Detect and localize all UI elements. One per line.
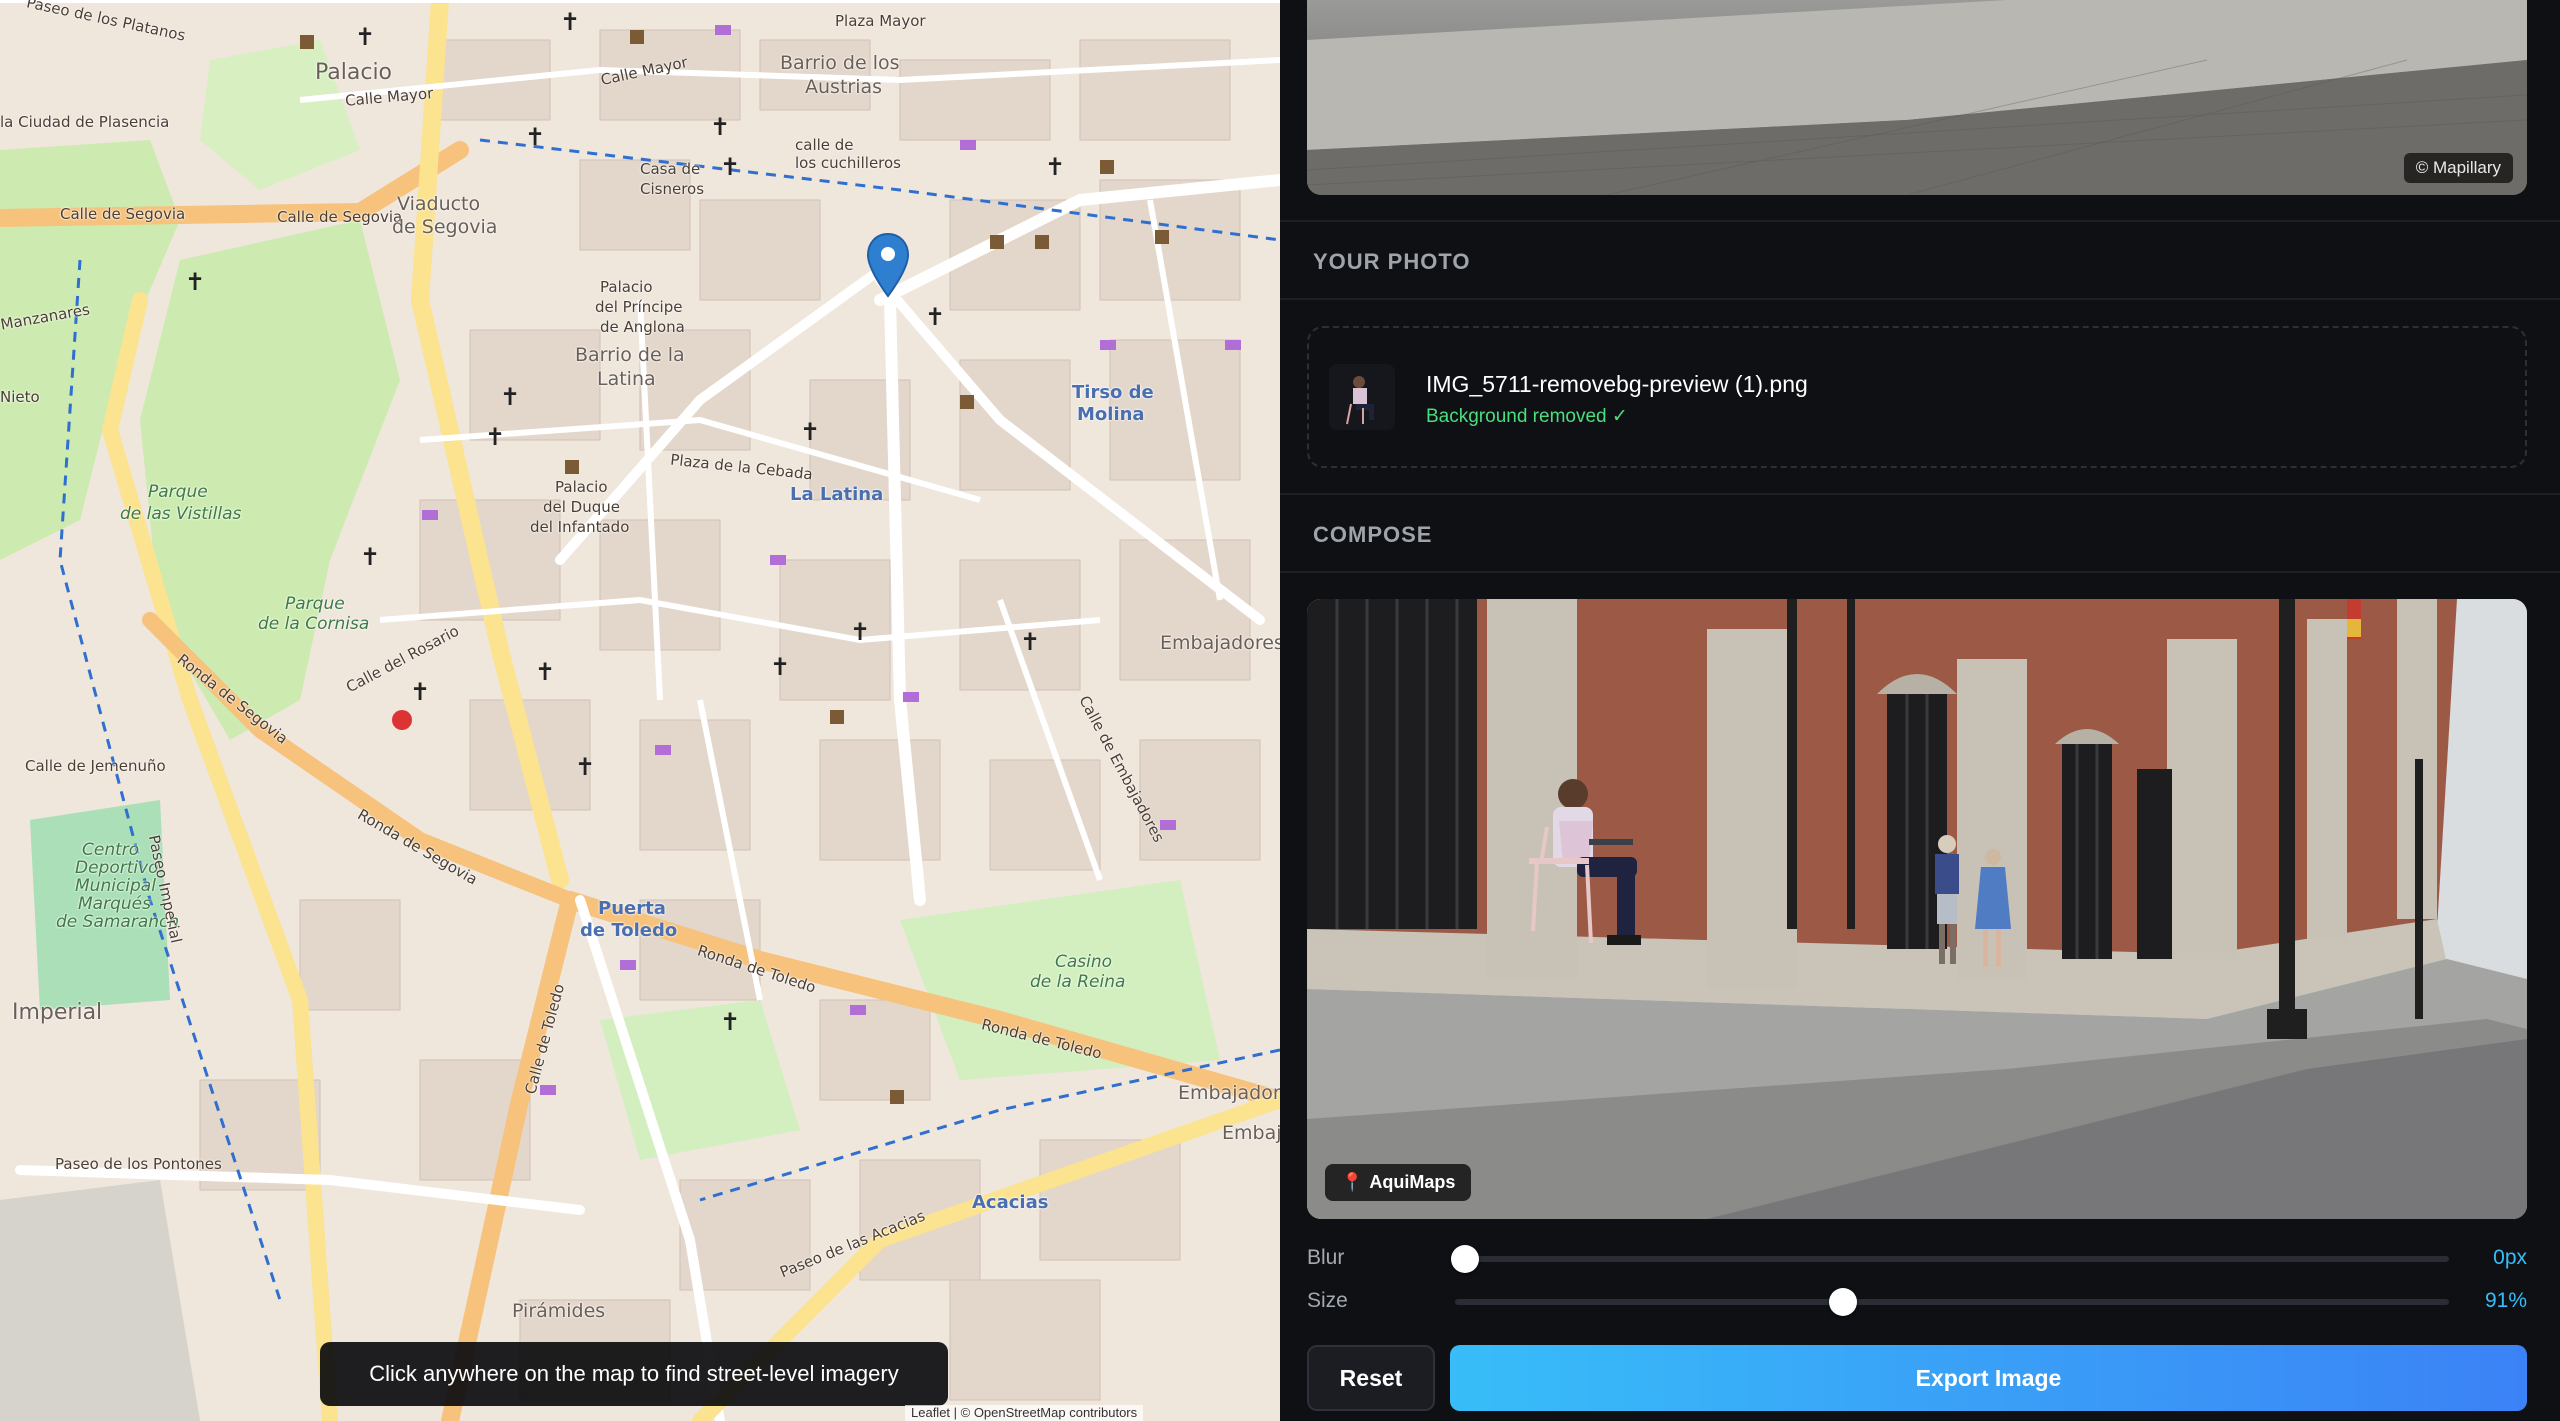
svg-text:✝: ✝ xyxy=(560,8,580,36)
map-view[interactable]: ✝ ✝ ✝ ✝ ✝ ✝ ✝ ✝ ✝ ✝ ✝ ✝ ✝ ✝ ✝ ✝ ✝ ✝ ✝ Paseo de los P… xyxy=(0,0,1280,1421)
size-value: 91% xyxy=(2484,1289,2527,1312)
street-preview: © Mapillary xyxy=(1307,0,2527,195)
size-label: Size xyxy=(1307,1289,1348,1312)
photo-filename: IMG_5711-removebg-preview (1).png xyxy=(1426,371,1808,397)
map-hint-toast: Click anywhere on the map to find street… xyxy=(320,1342,948,1406)
blur-label: Blur xyxy=(1307,1246,1345,1269)
svg-text:✝: ✝ xyxy=(535,658,555,686)
svg-text:✝: ✝ xyxy=(720,153,740,181)
street-preview-image xyxy=(1307,0,2527,195)
svg-text:✝: ✝ xyxy=(485,423,505,451)
svg-text:✝: ✝ xyxy=(800,418,820,446)
photo-thumbnail xyxy=(1329,364,1395,430)
divider xyxy=(1280,220,2560,222)
svg-text:✝: ✝ xyxy=(770,653,790,681)
svg-text:✝: ✝ xyxy=(1045,153,1065,181)
app-root: ✝ ✝ ✝ ✝ ✝ ✝ ✝ ✝ ✝ ✝ ✝ ✝ ✝ ✝ ✝ ✝ ✝ ✝ ✝ Paseo de los P… xyxy=(0,0,2560,1421)
compose-canvas[interactable]: 📍 AquiMaps xyxy=(1307,599,2527,1219)
size-slider-thumb[interactable] xyxy=(1828,1288,1857,1316)
export-image-button[interactable]: Export Image xyxy=(1450,1345,2527,1411)
svg-text:✝: ✝ xyxy=(525,123,545,151)
pin-icon: 📍 xyxy=(1341,1172,1364,1192)
size-slider[interactable] xyxy=(1455,1288,2449,1316)
svg-text:✝: ✝ xyxy=(1020,628,1040,656)
svg-text:✝: ✝ xyxy=(185,268,205,296)
svg-text:✝: ✝ xyxy=(710,113,730,141)
blur-slider-row: Blur 0px xyxy=(1307,1244,2527,1274)
reset-button[interactable]: Reset xyxy=(1307,1345,1435,1411)
aquimaps-badge: 📍 AquiMaps xyxy=(1325,1164,1472,1201)
svg-text:✝: ✝ xyxy=(355,23,375,51)
badge-label: AquiMaps xyxy=(1369,1172,1456,1192)
svg-text:✝: ✝ xyxy=(500,383,520,411)
preview-credit[interactable]: © Mapillary xyxy=(2403,153,2513,183)
sports-center xyxy=(30,800,170,1010)
map-basemap[interactable]: ✝ ✝ ✝ ✝ ✝ ✝ ✝ ✝ ✝ ✝ ✝ ✝ ✝ ✝ ✝ ✝ ✝ ✝ ✝ xyxy=(0,0,1280,1421)
svg-text:✝: ✝ xyxy=(360,543,380,571)
divider xyxy=(1280,493,2560,495)
blur-slider-thumb[interactable] xyxy=(1451,1245,1479,1273)
your-photo-heading: YOUR PHOTO xyxy=(1313,249,1471,274)
photo-status: Background removed ✓ xyxy=(1426,406,1628,427)
location-pin-icon[interactable] xyxy=(866,232,910,298)
compose-heading: COMPOSE xyxy=(1313,522,1433,547)
blur-slider[interactable] xyxy=(1451,1245,2449,1273)
photo-upload-card[interactable]: IMG_5711-removebg-preview (1).png Backgr… xyxy=(1307,326,2527,468)
svg-text:✝: ✝ xyxy=(575,753,595,781)
blur-value: 0px xyxy=(2493,1246,2527,1269)
divider xyxy=(1280,298,2560,300)
svg-text:✝: ✝ xyxy=(850,618,870,646)
map-attribution[interactable]: Leaflet | © OpenStreetMap contributors xyxy=(905,1405,1144,1421)
svg-text:✝: ✝ xyxy=(925,303,945,331)
side-panel: © Mapillary YOUR PHOTO IMG_5711-removebg… xyxy=(1280,0,2560,1421)
composite-image[interactable] xyxy=(1307,599,2527,1219)
divider xyxy=(1280,571,2560,573)
svg-text:✝: ✝ xyxy=(410,678,430,706)
svg-text:✝: ✝ xyxy=(720,1008,740,1036)
size-slider-row: Size 91% xyxy=(1307,1287,2527,1317)
